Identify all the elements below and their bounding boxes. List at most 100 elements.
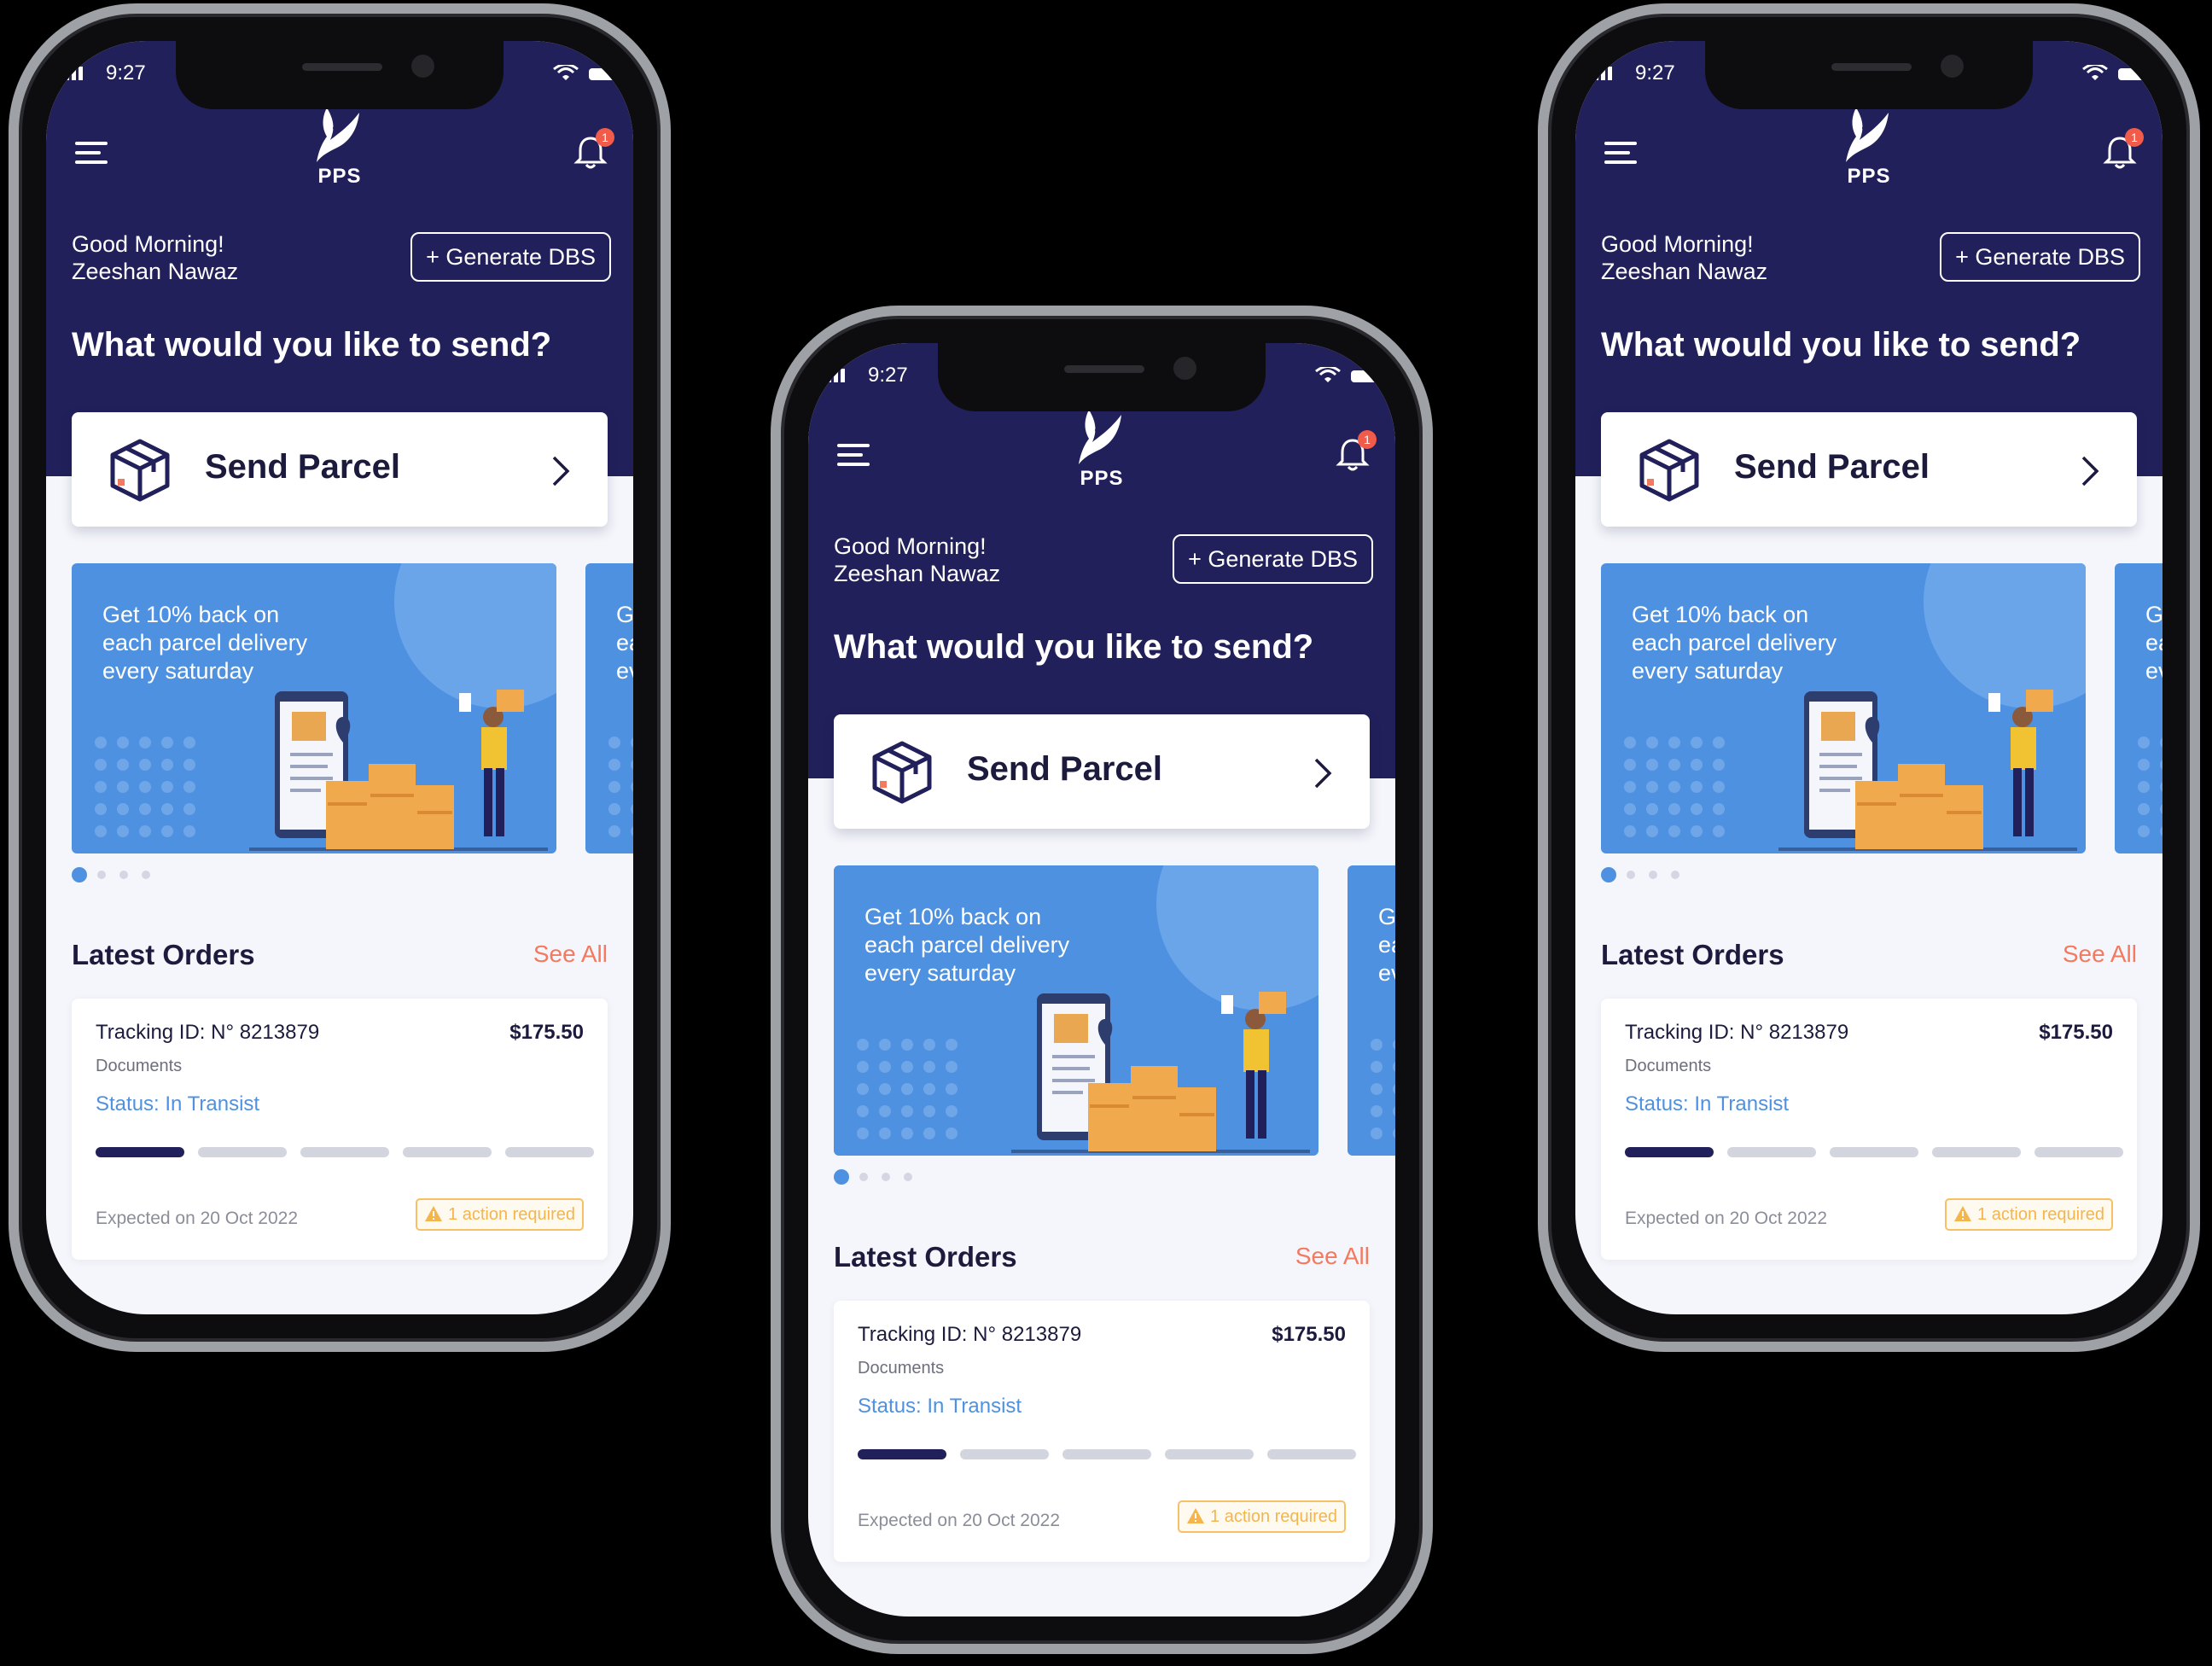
app-logo: PPS [301,102,378,189]
promo-banner[interactable]: Get 10% back on each parcel delivery eve… [1601,563,2086,853]
user-name: Zeeshan Nawaz [834,561,1001,586]
notification-bell[interactable]: 1 [2103,128,2144,171]
greeting: Good Morning! Zeeshan Nawaz [834,533,1000,587]
pager-dot[interactable] [142,871,150,879]
latest-orders-title: Latest Orders [72,939,255,970]
battery-icon [2118,68,2145,80]
notification-badge: 1 [2125,128,2144,147]
action-required-badge[interactable]: 1 action required [1945,1198,2113,1231]
order-status: Status: In Transist [1625,1092,1790,1116]
send-parcel-card[interactable]: Send Parcel [834,714,1370,829]
carousel-pager[interactable] [1601,867,1693,883]
promo-text: Get 10% back on each parcel delivery eve… [864,903,1138,987]
battery-icon [1351,370,1378,382]
order-card[interactable]: Tracking ID: N° 8213879 $175.50 Document… [72,999,608,1260]
promo-line: ea [2145,630,2163,655]
status-time: 9:27 [1635,61,1675,84]
promo-text: Ge ea ev [1378,903,1395,987]
menu-icon[interactable] [75,142,108,164]
see-all-link[interactable]: See All [2063,941,2137,968]
send-parcel-label: Send Parcel [967,750,1163,788]
notification-badge: 1 [1358,430,1377,449]
order-type: Documents [858,1359,945,1378]
generate-dbs-button[interactable]: + Generate DBS [410,232,611,282]
app-screen: 9:27 PPS 1 Good Morning! Zeeshan Nawaz +… [808,343,1395,1616]
carousel-pager[interactable] [834,1169,926,1185]
greeting-line: Good Morning! [834,533,987,559]
order-card[interactable]: Tracking ID: N° 8213879 $175.50 Document… [1601,999,2137,1260]
action-required-badge[interactable]: 1 action required [1178,1500,1346,1533]
promo-text: Ge ea ev [2145,601,2163,685]
decorative-dots [857,1039,958,1139]
user-name: Zeeshan Nawaz [72,259,239,284]
send-parcel-label: Send Parcel [1734,448,1930,486]
pager-dot[interactable] [882,1173,890,1181]
logo-text: PPS [1080,467,1124,490]
warning-icon [1954,1205,1972,1221]
pager-dot[interactable] [72,867,87,883]
promo-banner[interactable]: Get 10% back on each parcel delivery eve… [72,563,556,853]
pager-dot[interactable] [834,1169,849,1185]
pager-dot[interactable] [1601,867,1616,883]
see-all-link[interactable]: See All [533,941,608,968]
tracking-id: Tracking ID: N° 8213879 [858,1323,1082,1346]
send-parcel-card[interactable]: Send Parcel [1601,412,2137,527]
see-all-link[interactable]: See All [1295,1243,1370,1270]
generate-dbs-button[interactable]: + Generate DBS [1173,534,1373,584]
pager-dot[interactable] [1649,871,1657,879]
menu-icon[interactable] [837,444,870,466]
chevron-right-icon [2081,456,2099,486]
pager-dot[interactable] [97,871,106,879]
action-text: 1 action required [1977,1205,2104,1224]
chevron-right-icon [552,456,570,486]
action-text: 1 action required [448,1205,575,1224]
promo-line: ev [616,658,633,684]
expected-date: Expected on 20 Oct 2022 [858,1511,1060,1530]
decorative-dots [2138,737,2163,837]
promo-banner-next[interactable]: Ge ea ev [2115,563,2163,853]
order-card[interactable]: Tracking ID: N° 8213879 $175.50 Document… [834,1301,1370,1562]
promo-text: Get 10% back on each parcel delivery eve… [1632,601,1905,685]
pager-dot[interactable] [859,1173,868,1181]
promo-line: every saturday [1632,658,1784,684]
battery-icon [589,68,616,80]
pager-dot[interactable] [119,871,128,879]
phone-notch [1705,41,2033,109]
carousel-pager[interactable] [72,867,164,883]
menu-icon[interactable] [1604,142,1637,164]
pager-dot[interactable] [1627,871,1635,879]
pager-dot[interactable] [904,1173,912,1181]
notification-badge: 1 [596,128,614,147]
order-status: Status: In Transist [858,1395,1022,1418]
promo-line: ev [2145,658,2163,684]
decorative-dots [1371,1039,1395,1139]
notification-bell[interactable]: 1 [573,128,614,171]
promo-line: Get 10% back on [1632,602,1809,627]
phone-notch [938,343,1266,411]
greeting-line: Good Morning! [72,231,224,257]
send-parcel-card[interactable]: Send Parcel [72,412,608,527]
page-question: What would you like to send? [1601,326,2081,364]
app-screen: 9:27 PPS 1 Good Morning! Zeeshan Nawaz +… [1575,41,2163,1314]
phone-mockup-right: 9:27 PPS 1 Good Morning! Zeeshan Nawaz +… [1538,3,2200,1352]
parcel-box-icon [1639,439,1699,502]
pager-dot[interactable] [1671,871,1679,879]
promo-line: Ge [1378,904,1395,929]
send-parcel-label: Send Parcel [205,448,401,486]
generate-dbs-button[interactable]: + Generate DBS [1940,232,2140,282]
action-required-badge[interactable]: 1 action required [416,1198,584,1231]
promo-line: Get 10% back on [102,602,280,627]
notification-bell[interactable]: 1 [1336,430,1377,473]
promo-line: every saturday [864,960,1016,986]
promo-banner-next[interactable]: Ge ea ev [1348,865,1395,1156]
expected-date: Expected on 20 Oct 2022 [1625,1209,1827,1228]
promo-text: Get 10% back on each parcel delivery eve… [102,601,375,685]
signal-icon [1587,67,1612,80]
promo-banner-next[interactable]: Ge ea ev [585,563,633,853]
order-status: Status: In Transist [96,1092,260,1116]
app-logo: PPS [1063,405,1140,491]
delivery-illustration [1778,690,2077,851]
order-type: Documents [96,1057,183,1075]
promo-banner[interactable]: Get 10% back on each parcel delivery eve… [834,865,1318,1156]
promo-line: each parcel delivery [1632,630,1837,655]
